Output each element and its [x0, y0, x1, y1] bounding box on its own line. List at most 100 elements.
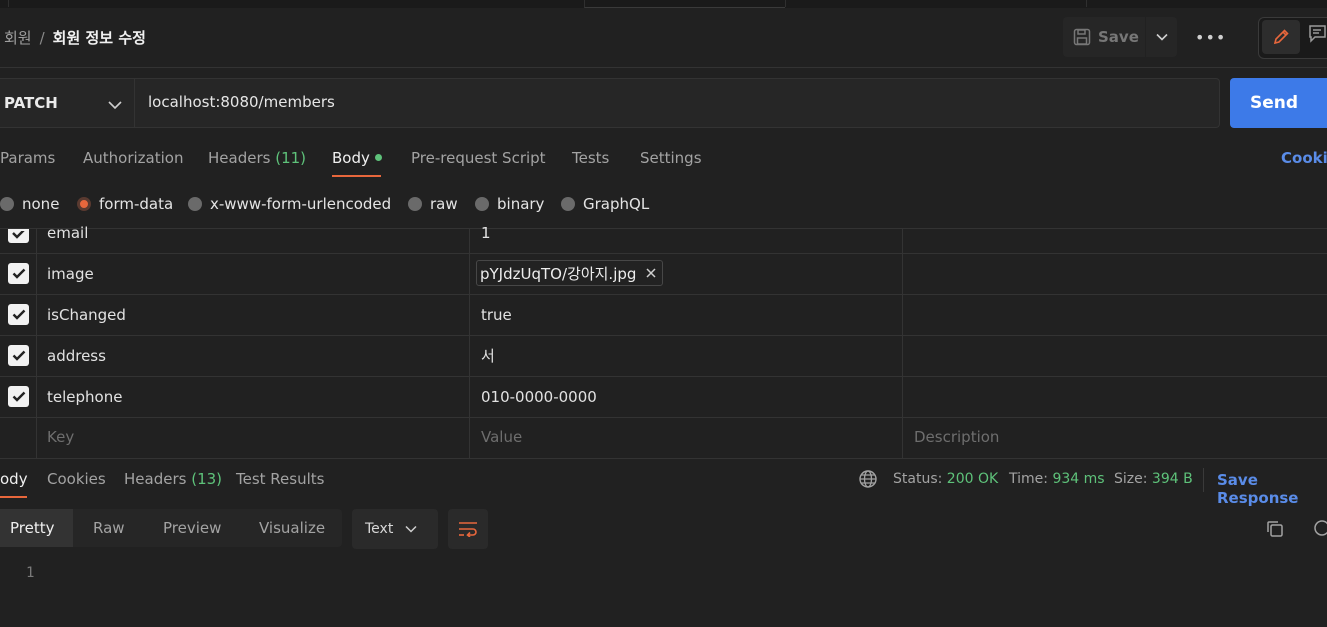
body-modified-indicator — [374, 154, 382, 161]
body-type-binary[interactable]: binary — [475, 195, 544, 213]
page-title[interactable]: 회원 정보 수정 — [53, 29, 146, 47]
save-options-dropdown[interactable] — [1146, 17, 1177, 57]
format-raw[interactable]: Raw — [93, 519, 125, 537]
body-type-urlencoded[interactable]: x-www-form-urlencoded — [188, 195, 391, 213]
copy-icon[interactable] — [1265, 519, 1285, 543]
response-status[interactable]: Status: 200 OK — [893, 471, 998, 487]
new-description-input[interactable]: Description — [914, 428, 999, 446]
row-checkbox[interactable] — [8, 386, 29, 407]
comment-icon — [1309, 25, 1326, 43]
new-key-input[interactable]: Key — [47, 428, 74, 446]
radio-selected-icon — [77, 197, 91, 211]
body-type-label: none — [22, 195, 60, 213]
tab-body[interactable]: Body — [332, 149, 382, 167]
format-preview[interactable]: Preview — [163, 519, 221, 537]
form-key[interactable]: telephone — [47, 388, 122, 406]
body-type-raw[interactable]: raw — [408, 195, 458, 213]
chevron-down-icon — [405, 525, 417, 533]
row-checkbox[interactable] — [8, 229, 29, 243]
form-key[interactable]: isChanged — [47, 306, 126, 324]
response-tab-cookies[interactable]: Cookies — [47, 470, 106, 488]
url-input[interactable]: localhost:8080/members — [148, 93, 335, 111]
form-value[interactable]: 서 — [481, 345, 495, 366]
response-type-label: Text — [365, 521, 394, 537]
radio-icon — [188, 197, 202, 211]
tab-body-label: Body — [332, 149, 370, 167]
table-top-border — [0, 228, 1327, 229]
row-checkbox[interactable] — [8, 304, 29, 325]
chevron-down-icon — [108, 101, 122, 110]
checkmark-icon — [12, 309, 25, 320]
response-tab-headers[interactable]: Headers (13) — [124, 470, 222, 488]
cookies-link[interactable]: Cookies — [1281, 149, 1327, 167]
active-tab-indicator — [0, 496, 27, 498]
tab-tests[interactable]: Tests — [572, 149, 609, 167]
more-actions-button[interactable]: ••• — [1195, 28, 1226, 47]
tab-authorization[interactable]: Authorization — [83, 149, 183, 167]
save-response-button[interactable]: Save Response — [1217, 471, 1327, 507]
row-checkbox[interactable] — [8, 263, 29, 284]
search-icon[interactable] — [1313, 519, 1327, 543]
row-divider — [0, 253, 1327, 254]
edit-mode-button[interactable] — [1262, 20, 1300, 54]
response-type-select[interactable]: Text — [352, 509, 438, 549]
time-label: Time: — [1009, 471, 1048, 487]
form-key[interactable]: email — [47, 224, 88, 242]
active-tab-indicator — [332, 175, 381, 177]
checkmark-icon — [11, 231, 25, 239]
format-pretty[interactable]: Pretty — [10, 519, 55, 537]
radio-icon — [475, 197, 489, 211]
file-chip[interactable]: pYJdzUqTO/강아지.jpg — [476, 260, 664, 286]
send-button[interactable]: Send — [1230, 78, 1327, 128]
form-value[interactable]: 1 — [481, 224, 491, 242]
save-button[interactable]: Save — [1063, 17, 1145, 57]
row-checkbox[interactable] — [8, 345, 29, 366]
save-label: Save — [1098, 28, 1139, 46]
checkmark-icon — [12, 391, 25, 402]
radio-icon — [561, 197, 575, 211]
form-key[interactable]: address — [47, 347, 106, 365]
form-value[interactable]: 010-0000-0000 — [481, 388, 597, 406]
body-type-none[interactable]: none — [0, 195, 59, 213]
breadcrumb-parent[interactable]: 회원 — [4, 29, 32, 47]
method-select[interactable]: PATCH — [4, 94, 58, 112]
top-tab-segment[interactable] — [8, 0, 584, 7]
globe-icon[interactable] — [858, 469, 878, 493]
response-tab-test-results[interactable]: Test Results — [236, 470, 324, 488]
breadcrumb: 회원 / 회원 정보 수정 — [4, 27, 146, 48]
response-tab-headers-count: (13) — [191, 470, 223, 488]
body-type-graphql[interactable]: GraphQL — [561, 195, 649, 213]
column-divider — [36, 228, 37, 458]
tab-settings[interactable]: Settings — [640, 149, 702, 167]
top-tab-segment[interactable] — [785, 0, 1086, 7]
wrap-lines-button[interactable] — [448, 509, 488, 549]
radio-icon — [0, 197, 14, 211]
method-dropdown[interactable] — [108, 96, 122, 114]
top-tab-segment[interactable] — [1086, 0, 1327, 7]
comments-button[interactable] — [1308, 24, 1327, 47]
response-time[interactable]: Time: 934 ms — [1009, 471, 1105, 487]
tab-params[interactable]: Params — [0, 149, 55, 167]
close-icon[interactable] — [646, 268, 656, 278]
breadcrumb-separator: / — [39, 29, 45, 47]
response-tab-body[interactable]: ody — [0, 470, 28, 488]
top-tab-segment[interactable] — [584, 0, 785, 8]
response-tab-headers-label: Headers — [124, 470, 187, 488]
chevron-down-icon — [1155, 33, 1168, 41]
body-type-form-data[interactable]: form-data — [77, 195, 173, 213]
checkmark-icon — [12, 268, 25, 279]
status-value: 200 OK — [946, 471, 999, 487]
response-size[interactable]: Size: 394 B — [1114, 471, 1193, 487]
tab-headers[interactable]: Headers (11) — [208, 149, 306, 167]
form-key[interactable]: image — [47, 265, 94, 283]
new-value-input[interactable]: Value — [481, 428, 522, 446]
tab-prerequest-script[interactable]: Pre-request Script — [411, 149, 546, 167]
radio-icon — [408, 197, 422, 211]
column-divider — [469, 228, 470, 458]
form-value[interactable]: true — [481, 306, 512, 324]
checkmark-icon — [12, 350, 25, 361]
body-type-label: binary — [497, 195, 545, 213]
row-divider — [0, 335, 1327, 336]
divider — [134, 79, 135, 127]
format-visualize[interactable]: Visualize — [259, 519, 325, 537]
